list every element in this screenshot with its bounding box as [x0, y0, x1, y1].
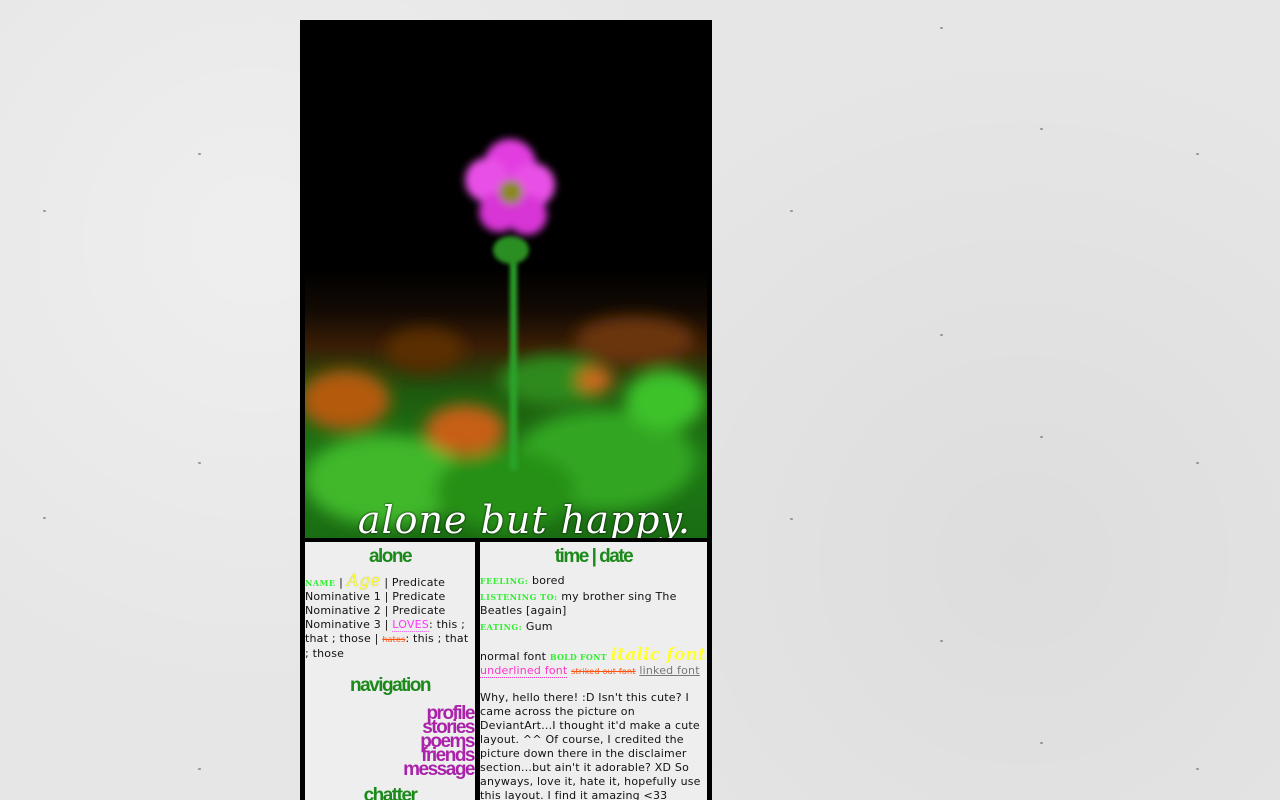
status-section: FEELING: bored LISTENING TO: my brother … — [480, 574, 707, 634]
header-banner: alone but happy. — [305, 20, 707, 538]
eating-label: EATING: — [480, 622, 523, 632]
bold-font-sample: BOLD FONT — [549, 652, 607, 662]
striked-font-sample: striked out font — [571, 667, 636, 676]
time-date-heading: time | date — [554, 546, 634, 567]
post-body: Why, hello there! :D Isn't this cute? I … — [480, 691, 701, 800]
content-panel: time | date FEELING: bored LISTENING TO:… — [480, 542, 707, 800]
about-section: NAME | Age | Predicate Nominative 1 | Pr… — [305, 571, 475, 661]
navigation-heading: navigation — [349, 675, 432, 696]
flower-illustration — [305, 139, 705, 530]
name-label: NAME — [305, 578, 336, 588]
font-demo: normal font BOLD FONT italic font underl… — [480, 645, 707, 679]
nominative-3: Nominative 3 | — [305, 618, 393, 631]
nominative-2: Nominative 2 | Predicate — [305, 604, 446, 617]
chatter-heading: chatter — [363, 785, 418, 800]
nominative-1: Nominative 1 | Predicate — [305, 590, 446, 603]
normal-font-sample: normal font — [480, 650, 550, 663]
linked-font-sample[interactable]: linked font — [639, 664, 699, 677]
banner-title: alone but happy. — [357, 498, 691, 538]
navigation-menu: profile stories poems friends message — [305, 704, 475, 779]
about-predicate: | Predicate — [380, 576, 446, 589]
age-label: Age — [346, 571, 381, 591]
nav-link-message[interactable]: message — [305, 760, 475, 779]
italic-font-sample: italic font — [610, 645, 707, 665]
feeling-label: FEELING: — [480, 576, 529, 586]
loves-label: LOVES — [392, 618, 429, 632]
listening-label: LISTENING TO: — [480, 592, 558, 602]
hates-label: hates — [382, 635, 406, 644]
feeling-value: bored — [528, 574, 565, 587]
about-separator: | — [335, 576, 347, 589]
eating-value: Gum — [522, 620, 553, 633]
layout-frame: alone but happy. alone NAME | Age | Pred… — [300, 20, 712, 800]
underlined-font-sample: underlined font — [480, 664, 568, 678]
sidebar-panel: alone NAME | Age | Predicate Nominative … — [305, 542, 475, 800]
about-heading: alone — [368, 546, 413, 567]
